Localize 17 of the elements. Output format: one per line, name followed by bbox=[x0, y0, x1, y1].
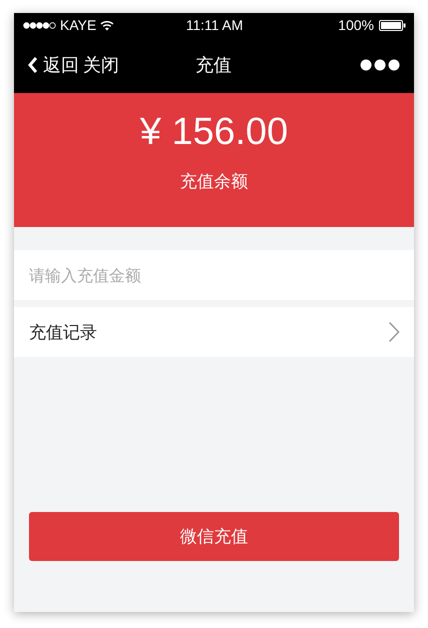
signal-icon bbox=[23, 22, 56, 28]
wifi-icon bbox=[100, 20, 114, 30]
battery-percent: 100% bbox=[338, 17, 374, 33]
battery-icon bbox=[378, 20, 406, 30]
wechat-pay-button[interactable]: 微信充值 bbox=[29, 512, 399, 561]
status-time: 11:11 AM bbox=[186, 17, 244, 33]
close-button[interactable]: 关闭 bbox=[83, 53, 119, 77]
carrier-name: KAYE bbox=[60, 17, 96, 33]
chevron-left-icon bbox=[27, 56, 38, 74]
amount-input-field[interactable]: 请输入充值金额 bbox=[14, 250, 414, 300]
chevron-right-icon bbox=[388, 321, 400, 343]
balance-label: 充值余额 bbox=[180, 171, 248, 193]
page-title: 充值 bbox=[196, 54, 232, 77]
balance-amount: ¥ 156.00 bbox=[140, 111, 288, 154]
more-icon bbox=[360, 59, 400, 71]
records-row[interactable]: 充值记录 bbox=[14, 307, 414, 357]
back-button[interactable]: 返回 bbox=[27, 53, 79, 77]
